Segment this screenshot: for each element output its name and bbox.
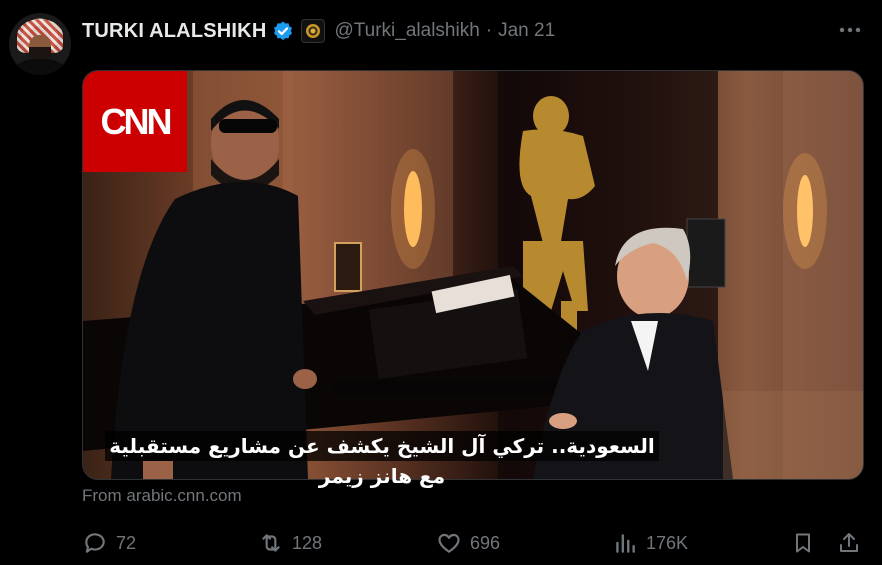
share-button[interactable] bbox=[835, 529, 863, 557]
like-count: 696 bbox=[470, 532, 501, 553]
tweet-date[interactable]: Jan 21 bbox=[498, 20, 555, 42]
share-icon bbox=[840, 533, 858, 552]
card-photo bbox=[83, 71, 863, 479]
affiliation-badge-icon[interactable] bbox=[301, 19, 326, 43]
author-handle[interactable]: @Turki_alalshikh bbox=[334, 20, 479, 42]
cnn-logo-text: CNN bbox=[100, 100, 173, 142]
author-avatar[interactable] bbox=[9, 13, 71, 75]
header-separator: · bbox=[485, 20, 493, 41]
view-count: 176K bbox=[646, 532, 689, 553]
lion-emblem-icon bbox=[306, 24, 321, 38]
repost-button[interactable]: 128 bbox=[258, 529, 322, 557]
author-name[interactable]: TURKI ALALSHIKH bbox=[82, 20, 266, 43]
cnn-logo: CNN bbox=[83, 71, 187, 172]
verified-badge-icon[interactable] bbox=[272, 20, 294, 42]
heart-icon bbox=[438, 533, 460, 553]
bookmark-icon bbox=[796, 533, 810, 553]
link-card-image[interactable]: CNN bbox=[82, 70, 864, 480]
media-caption: السعودية.. تركي آل الشيخ يكشف عن مشاريع … bbox=[105, 431, 659, 488]
reply-count: 72 bbox=[116, 532, 137, 553]
more-options-button[interactable] bbox=[836, 20, 864, 40]
like-button[interactable]: 696 bbox=[436, 529, 500, 557]
link-source[interactable]: From arabic.cnn.com bbox=[82, 486, 242, 506]
views-chart-icon bbox=[616, 534, 635, 553]
reply-button[interactable]: 72 bbox=[82, 529, 136, 557]
more-dots-icon bbox=[839, 27, 861, 33]
bookmark-button[interactable] bbox=[789, 529, 817, 557]
reply-icon bbox=[85, 533, 105, 553]
tweet-header: TURKI ALALSHIKH @Turki_alalshikh · Jan 2… bbox=[82, 18, 555, 44]
avatar-body bbox=[15, 59, 65, 75]
repost-count: 128 bbox=[292, 532, 323, 553]
views-button[interactable]: 176K bbox=[612, 529, 688, 557]
repost-icon bbox=[262, 534, 280, 552]
